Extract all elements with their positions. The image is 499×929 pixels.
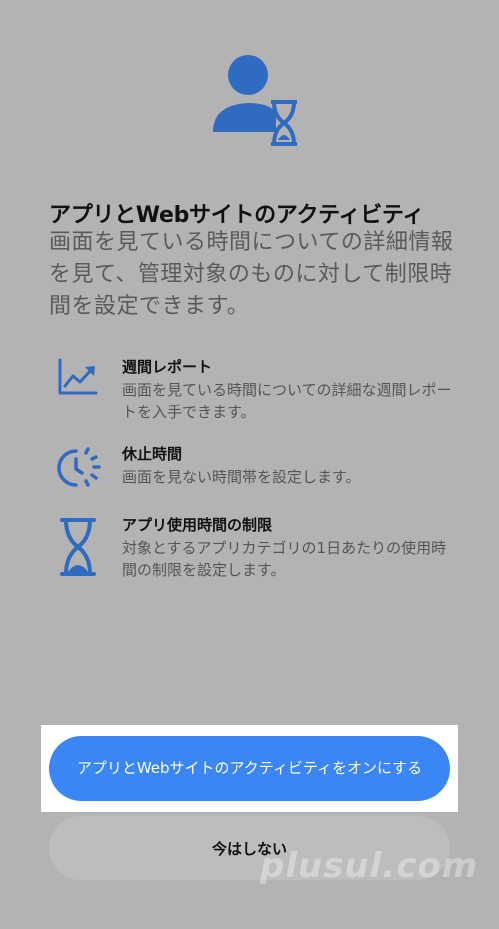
screen-time-person-icon [208,50,304,150]
turn-on-activity-button[interactable]: アプリとWebサイトのアクティビティをオンにする [49,736,450,801]
feature-text: 対象とするアプリカテゴリの1日あたりの使用時間の制限を設定します。 [122,539,447,579]
feature-title: 休止時間 [122,445,183,463]
watermark: plusul.com [260,846,479,886]
page-title: アプリとWebサイトのアクティビティ [49,203,425,228]
chart-icon [56,358,100,402]
page-description: 画面を見ている時間についての詳細情報を見て、管理対象のものに対して制限時間を設定… [49,230,454,319]
feature-text: 画面を見ている時間についての詳細な週間レポートを入手できます。 [122,381,452,421]
feature-text: 画面を見ない時間帯を設定します。 [122,468,361,486]
hourglass-icon [56,516,100,582]
downtime-icon [56,445,102,495]
feature-title: アプリ使用時間の制限 [122,516,273,534]
feature-title: 週間レポート [122,358,213,376]
